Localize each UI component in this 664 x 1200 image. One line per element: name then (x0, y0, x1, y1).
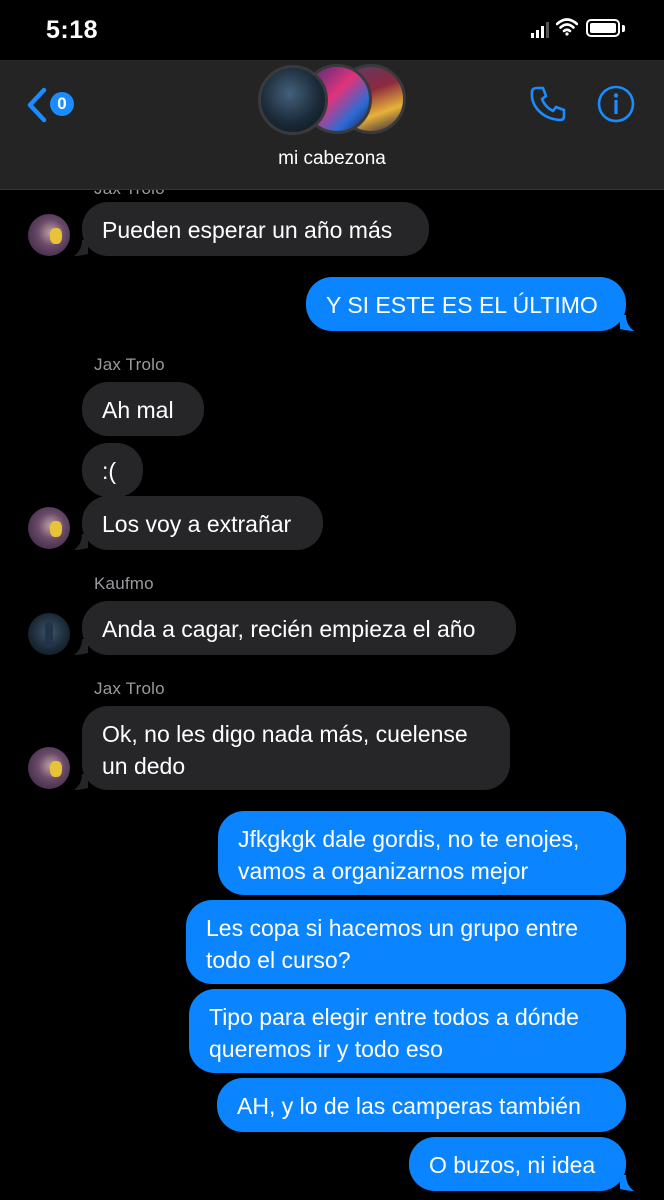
bubble-tail (74, 639, 88, 655)
status-time: 5:18 (46, 16, 99, 44)
incoming-message[interactable]: Ok, no les digo nada más, cuelense un de… (82, 706, 510, 790)
incoming-message[interactable]: Pueden esperar un año más (82, 202, 429, 256)
message-text-line: Les copa si hacemos un grupo entre (206, 915, 579, 941)
sender-label: Jax Trolo (94, 679, 165, 698)
group-name[interactable]: mi cabezona (0, 148, 664, 170)
message-text: Ah mal (102, 397, 174, 423)
message-text: :( (102, 458, 117, 484)
message-text: AH, y lo de las camperas también (237, 1093, 581, 1119)
message-text: O buzos, ni idea (429, 1152, 596, 1178)
conversation-header: 0 mi cabezona (0, 60, 664, 190)
wifi-icon (556, 18, 578, 36)
message-list[interactable]: Jax Trolo Pueden esperar un año más Y SI… (0, 179, 664, 1200)
unread-badge: 0 (50, 92, 74, 116)
battery-tip (622, 25, 625, 32)
avatar[interactable] (28, 507, 70, 549)
message-text: Los voy a extrañar (102, 511, 292, 537)
phone-icon[interactable] (528, 84, 568, 124)
avatar[interactable] (28, 747, 70, 789)
message-text-line: un dedo (102, 753, 186, 779)
outgoing-message[interactable]: Jfkgkgk dale gordis, no te enojes, vamos… (218, 811, 626, 895)
outgoing-message[interactable]: Tipo para elegir entre todos a dónde que… (189, 989, 626, 1073)
back-button[interactable]: 0 (20, 84, 84, 124)
info-icon[interactable] (597, 85, 635, 123)
bubble-tail (74, 774, 88, 790)
status-bar: 5:18 (0, 0, 664, 60)
back-chevron-icon (27, 87, 47, 123)
message-text: Pueden esperar un año más (102, 217, 393, 243)
message-text-line: Tipo para elegir entre todos a dónde (209, 1004, 579, 1030)
incoming-message[interactable]: Ah mal (82, 382, 204, 436)
outgoing-message[interactable]: Y SI ESTE ES EL ÚLTIMO (306, 277, 626, 331)
incoming-message[interactable]: Los voy a extrañar (82, 496, 323, 550)
bubble-tail (74, 534, 88, 550)
avatar[interactable] (28, 214, 70, 256)
bubble-tail (620, 1175, 634, 1191)
message-text: Y SI ESTE ES EL ÚLTIMO (326, 292, 598, 318)
outgoing-message[interactable]: Les copa si hacemos un grupo entre todo … (186, 900, 626, 984)
outgoing-message[interactable]: O buzos, ni idea (409, 1137, 626, 1191)
message-text-line: Jfkgkgk dale gordis, no te enojes, (238, 826, 580, 852)
sender-label: Kaufmo (94, 574, 154, 593)
group-avatars[interactable] (258, 64, 408, 140)
signal-icon (531, 22, 549, 38)
message-text-line: todo el curso? (206, 947, 351, 973)
message-text-line: queremos ir y todo eso (209, 1036, 443, 1062)
battery-icon (586, 19, 620, 37)
outgoing-message[interactable]: AH, y lo de las camperas también (217, 1078, 626, 1132)
group-avatar-1 (258, 65, 328, 135)
incoming-message[interactable]: Anda a cagar, recién empieza el año (82, 601, 516, 655)
message-text-line: Ok, no les digo nada más, cuelense (102, 721, 468, 747)
bubble-tail (74, 240, 88, 256)
message-text-line: vamos a organizarnos mejor (238, 858, 529, 884)
bubble-tail (620, 315, 634, 331)
incoming-message[interactable]: :( (82, 443, 143, 497)
message-text: Anda a cagar, recién empieza el año (102, 616, 476, 642)
sender-label: Jax Trolo (94, 355, 165, 374)
avatar[interactable] (28, 613, 70, 655)
